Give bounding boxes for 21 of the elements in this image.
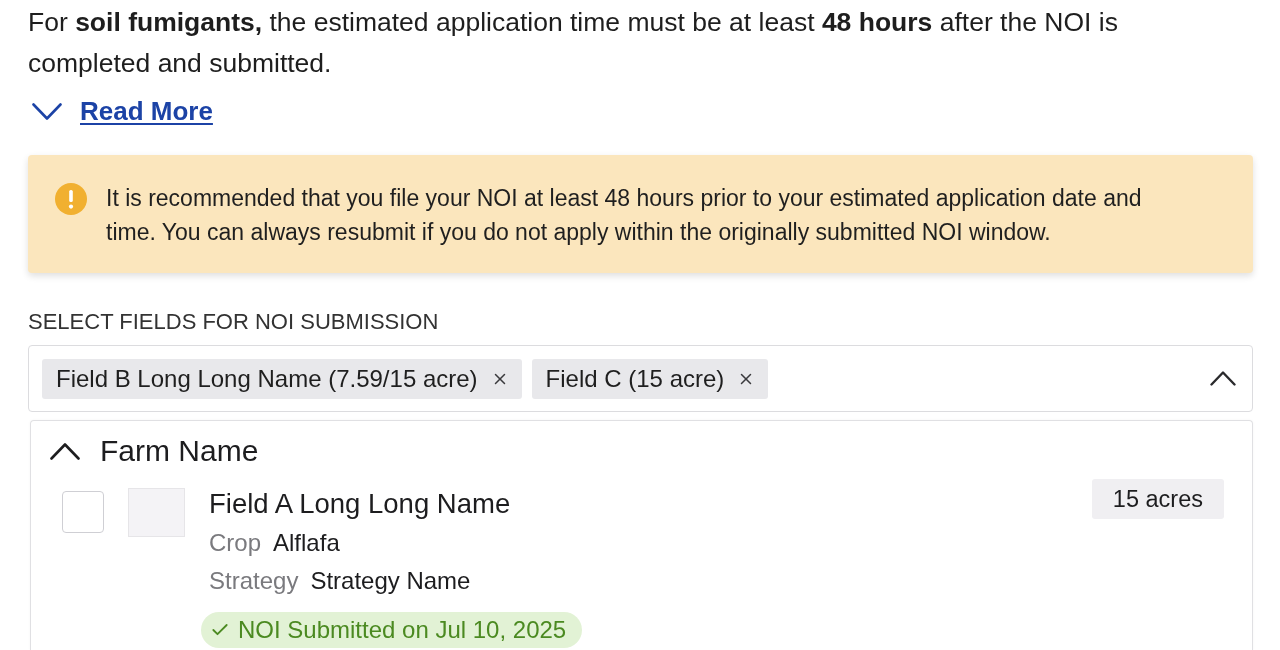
farm-name: Farm Name — [100, 434, 259, 468]
chevron-up-icon[interactable] — [1210, 371, 1236, 386]
thumbnail-placeholder — [128, 488, 185, 537]
detail-label: Crop — [209, 529, 262, 557]
detail-value: Alflafa — [273, 529, 340, 557]
detail-label: Strategy — [209, 567, 299, 595]
intro-paragraph: For soil fumigants, the estimated application time must be at least 48 hours after the NOI is completed and submitted. — [28, 6, 1119, 80]
status-text: NOI Submitted on Jul 10, 2025 — [238, 616, 567, 644]
area-badge: 15 acres — [1091, 479, 1224, 519]
chip-label: Field C (15 acre) — [545, 364, 725, 393]
detail-value: Strategy Name — [310, 567, 471, 595]
field-checkbox[interactable] — [62, 491, 104, 533]
read-more-link[interactable]: Read More — [80, 96, 213, 126]
field-name: Field A Long Long Name — [209, 488, 511, 520]
chevron-down-icon[interactable] — [32, 102, 62, 120]
alert-text: It is recommended that you file your NOI at least 48 hours prior to your estimated application date and time. You can always resubmit if you do not apply within the originally submitted NOI window. — [106, 184, 1143, 247]
chip-label: Field B Long Long Name (7.59/15 acre) — [56, 364, 478, 393]
chevron-up-icon[interactable] — [50, 442, 80, 460]
field-select[interactable]: Field B Long Long Name (7.59/15 acre) Field C (15 acre) — [28, 345, 1253, 412]
section-label: SELECT FIELDS FOR NOI SUBMISSION — [28, 310, 440, 334]
exclamation-icon — [55, 183, 87, 215]
